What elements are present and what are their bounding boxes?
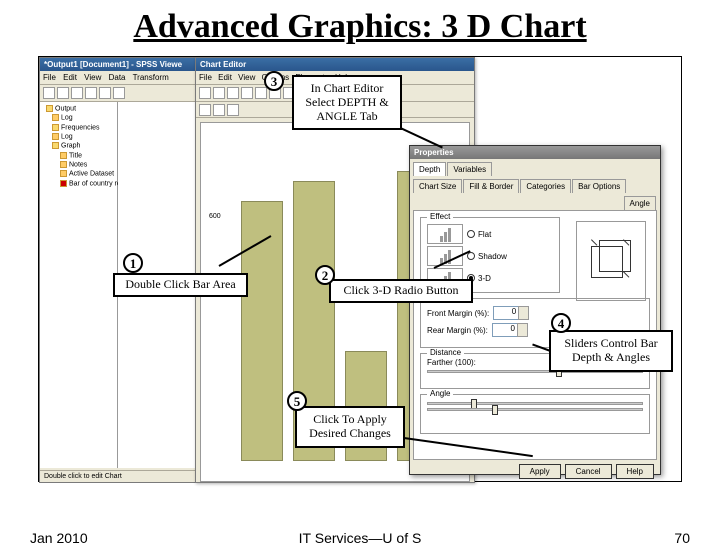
tab-categories[interactable]: Categories <box>520 179 571 193</box>
item-icon <box>60 170 67 177</box>
tab-row-1: Depth Variables <box>410 159 660 176</box>
toolbar-icon[interactable] <box>57 87 69 99</box>
spss-viewer-window: *Output1 [Document1] - SPSS Viewe File E… <box>39 57 209 483</box>
toolbar-icon[interactable] <box>199 104 211 116</box>
rear-margin-label: Rear Margin (%): <box>427 326 488 335</box>
tree-item[interactable]: Notes <box>69 161 87 168</box>
tree-item[interactable]: Active Dataset <box>69 171 114 178</box>
front-margin-input[interactable]: 0 <box>493 306 519 320</box>
slide-title: Advanced Graphics: 3 D Chart <box>0 0 720 50</box>
distance-group-label: Distance <box>427 348 464 357</box>
toolbar-icon[interactable] <box>199 87 211 99</box>
cube-preview <box>576 221 646 301</box>
callout-5: Click To Apply Desired Changes <box>295 406 405 448</box>
ce-menu-view[interactable]: View <box>238 73 255 82</box>
toolbar-icon[interactable] <box>255 87 267 99</box>
tab-bar-options[interactable]: Bar Options <box>572 179 626 193</box>
chart-icon <box>60 180 67 187</box>
menu-edit[interactable]: Edit <box>63 73 77 82</box>
toolbar-icon[interactable] <box>71 87 83 99</box>
tree-item[interactable]: Log <box>61 115 73 122</box>
apply-button[interactable]: Apply <box>519 464 561 479</box>
toolbar-icon[interactable] <box>113 87 125 99</box>
tab-fill-border[interactable]: Fill & Border <box>463 179 519 193</box>
tree-item[interactable]: Title <box>69 152 82 159</box>
callout-4: Sliders Control Bar Depth & Angles <box>549 330 673 372</box>
radio-icon <box>467 230 475 238</box>
toolbar-icon[interactable] <box>85 87 97 99</box>
footer-date: Jan 2010 <box>30 530 88 546</box>
tab-variables[interactable]: Variables <box>447 162 492 176</box>
spss-toolbar <box>40 85 208 102</box>
angle-slider-2[interactable] <box>427 408 643 411</box>
toolbar-icon[interactable] <box>213 104 225 116</box>
callout-number-3: 3 <box>264 71 284 91</box>
callout-number-5: 5 <box>287 391 307 411</box>
spss-window-title: *Output1 [Document1] - SPSS Viewe <box>40 58 208 71</box>
y-axis-tick: 600 <box>209 213 221 220</box>
radio-icon <box>467 252 475 260</box>
spinner-icon[interactable] <box>517 323 528 337</box>
angle-group-label: Angle <box>427 389 453 398</box>
effect-group-label: Effect <box>427 212 453 221</box>
tab-angle[interactable]: Angle <box>624 196 656 210</box>
angle-slider[interactable] <box>427 402 643 405</box>
tree-root[interactable]: Output <box>55 105 76 112</box>
slider-thumb-icon[interactable] <box>492 405 498 415</box>
menu-transform[interactable]: Transform <box>133 73 169 82</box>
tab-row-3: Angle <box>410 193 660 210</box>
output-tree[interactable]: Output Log Frequencies Log Graph Title N… <box>40 102 118 468</box>
toolbar-icon[interactable] <box>227 87 239 99</box>
front-margin-label: Front Margin (%): <box>427 309 489 318</box>
spinner-icon[interactable] <box>518 306 529 320</box>
properties-title: Properties <box>410 146 660 159</box>
status-bar: Double click to edit Chart <box>40 470 208 482</box>
toolbar-icon[interactable] <box>227 104 239 116</box>
tab-depth[interactable]: Depth <box>413 162 446 176</box>
radio-label: Shadow <box>478 252 507 261</box>
folder-icon <box>52 124 59 131</box>
callout-number-4: 4 <box>551 313 571 333</box>
tree-item[interactable]: Log <box>61 133 73 140</box>
radio-label: Flat <box>478 230 491 239</box>
tree-item[interactable]: Frequencies <box>61 124 100 131</box>
menu-view[interactable]: View <box>84 73 101 82</box>
item-icon <box>60 152 67 159</box>
help-button[interactable]: Help <box>616 464 654 479</box>
tab-chart-size[interactable]: Chart Size <box>413 179 462 193</box>
menu-data[interactable]: Data <box>109 73 126 82</box>
tree-item[interactable]: Graph <box>61 143 80 150</box>
callout-number-2: 2 <box>315 265 335 285</box>
toolbar-icon[interactable] <box>43 87 55 99</box>
item-icon <box>60 161 67 168</box>
footer-page: 70 <box>674 530 690 546</box>
toolbar-icon[interactable] <box>241 87 253 99</box>
ce-menu-edit[interactable]: Edit <box>218 73 232 82</box>
spss-menubar[interactable]: File Edit View Data Transform <box>40 71 208 85</box>
menu-file[interactable]: File <box>43 73 56 82</box>
properties-dialog: Properties Depth Variables Chart Size Fi… <box>409 145 661 475</box>
callout-number-1: 1 <box>123 253 143 273</box>
cancel-button[interactable]: Cancel <box>565 464 612 479</box>
toolbar-icon[interactable] <box>213 87 225 99</box>
rear-margin-input[interactable]: 0 <box>492 323 518 337</box>
log-icon <box>52 133 59 140</box>
screenshot-canvas: *Output1 [Document1] - SPSS Viewe File E… <box>38 56 682 482</box>
radio-flat[interactable]: Flat <box>427 224 553 244</box>
dialog-buttons: Apply Cancel Help <box>410 460 660 483</box>
footer-org: IT Services—U of S <box>299 530 422 546</box>
ce-menu-file[interactable]: File <box>199 73 212 82</box>
chart-editor-title: Chart Editor <box>196 58 474 71</box>
folder-icon <box>46 105 53 112</box>
callout-1: Double Click Bar Area <box>113 273 248 297</box>
folder-icon <box>52 142 59 149</box>
callout-2: Click 3-D Radio Button <box>329 279 473 303</box>
toolbar-icon[interactable] <box>99 87 111 99</box>
tab-row-2: Chart Size Fill & Border Categories Bar … <box>410 176 660 193</box>
callout-3: In Chart Editor Select DEPTH & ANGLE Tab <box>292 75 402 130</box>
radio-label: 3-D <box>478 274 491 283</box>
log-icon <box>52 114 59 121</box>
flat-icon <box>427 224 463 244</box>
